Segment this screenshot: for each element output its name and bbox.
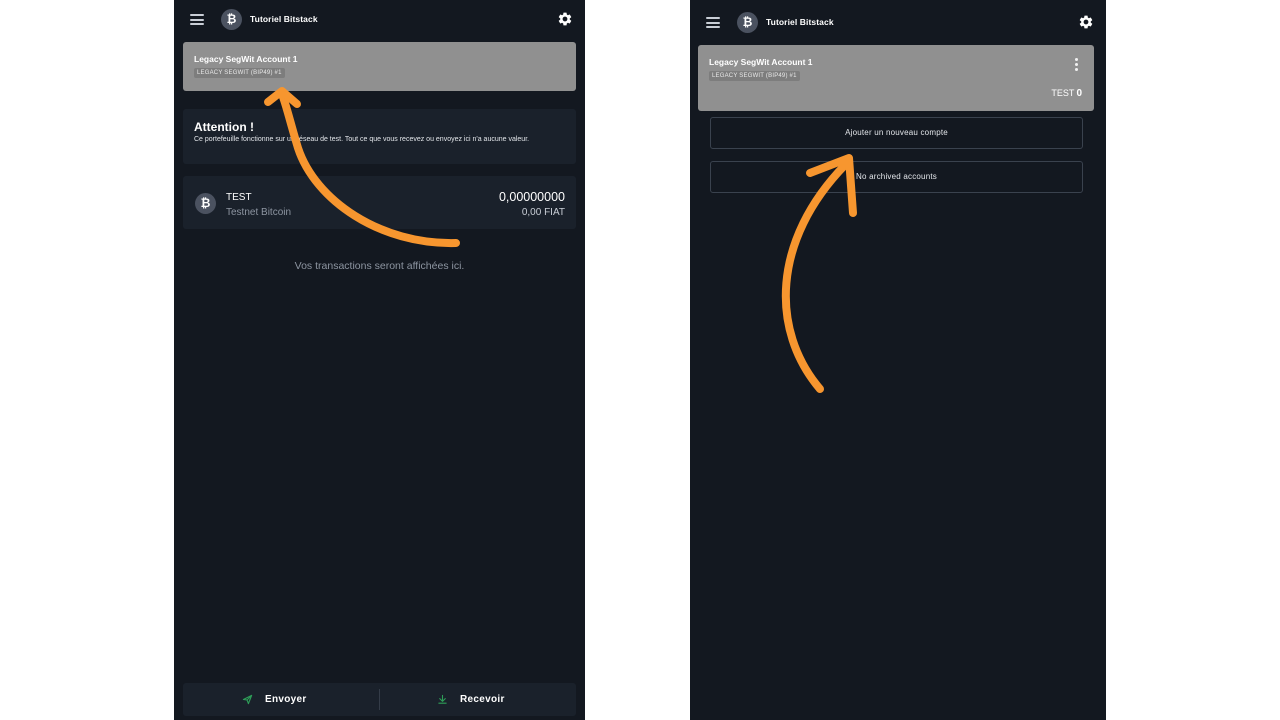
asset-network: Testnet Bitcoin xyxy=(226,207,292,218)
add-account-button[interactable]: Ajouter un nouveau compte xyxy=(710,117,1083,149)
archived-accounts-button[interactable]: No archived accounts xyxy=(710,161,1083,193)
wallet-name: Tutoriel Bitstack xyxy=(766,17,834,27)
account-type-tag: LEGACY SEGWIT (BIP49) #1 xyxy=(709,71,800,81)
send-icon xyxy=(242,694,253,705)
gear-icon[interactable] xyxy=(557,11,573,27)
action-bar: Envoyer Recevoir xyxy=(183,683,576,716)
account-card[interactable]: Legacy SegWit Account 1 LEGACY SEGWIT (B… xyxy=(698,45,1094,111)
send-label: Envoyer xyxy=(265,694,307,705)
asset-fiat-value: 0,00 FIAT xyxy=(521,207,565,218)
account-name: Legacy SegWit Account 1 xyxy=(194,54,298,64)
asset-symbol: TEST xyxy=(226,192,252,203)
bitcoin-icon: ₿ xyxy=(195,193,216,214)
account-card[interactable]: Legacy SegWit Account 1 LEGACY SEGWIT (B… xyxy=(183,42,576,91)
receive-label: Recevoir xyxy=(460,694,505,705)
account-balance: TEST 0 xyxy=(1051,88,1082,99)
wallet-name: Tutoriel Bitstack xyxy=(250,14,318,24)
hamburger-icon[interactable] xyxy=(190,14,204,25)
testnet-warning-card: Attention ! Ce portefeuille fonctionne s… xyxy=(183,109,576,164)
gear-icon[interactable] xyxy=(1078,14,1094,30)
download-icon xyxy=(438,694,447,704)
hamburger-icon[interactable] xyxy=(706,17,720,28)
kebab-menu-icon[interactable] xyxy=(1075,58,1078,71)
accounts-screen-right: ₿ Tutoriel Bitstack Legacy SegWit Accoun… xyxy=(690,0,1106,720)
wallet-screen-left: ₿ Tutoriel Bitstack Legacy SegWit Accoun… xyxy=(174,0,585,720)
warning-title: Attention ! xyxy=(194,120,254,134)
balance-unit: TEST xyxy=(1051,88,1075,98)
warning-text: Ce portefeuille fonctionne sur un réseau… xyxy=(194,136,530,143)
account-name: Legacy SegWit Account 1 xyxy=(709,57,813,67)
account-type-tag: LEGACY SEGWIT (BIP49) #1 xyxy=(194,68,285,78)
receive-button[interactable]: Recevoir xyxy=(380,683,576,716)
app-header: ₿ Tutoriel Bitstack xyxy=(690,3,1106,43)
empty-transactions-message: Vos transactions seront affichées ici. xyxy=(294,260,465,272)
app-header: ₿ Tutoriel Bitstack xyxy=(174,0,585,40)
bitcoin-logo-icon: ₿ xyxy=(221,9,242,30)
balance-value: 0 xyxy=(1076,88,1082,99)
asset-amount: 0,00000000 xyxy=(498,190,565,204)
send-button[interactable]: Envoyer xyxy=(183,683,379,716)
bitcoin-logo-icon: ₿ xyxy=(737,12,758,33)
asset-row[interactable]: ₿ TEST Testnet Bitcoin 0,00000000 0,00 F… xyxy=(183,176,576,229)
